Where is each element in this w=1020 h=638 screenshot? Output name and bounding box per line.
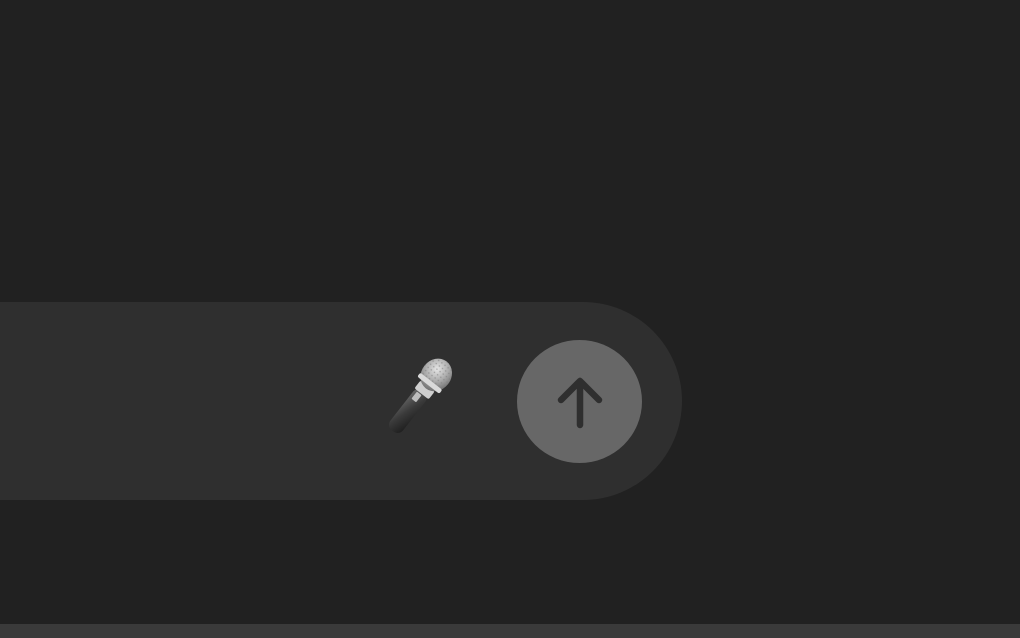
chat-page [0, 0, 1020, 638]
arrow-up-icon [557, 377, 602, 428]
microphone-icon [389, 358, 453, 433]
send-button[interactable] [517, 340, 642, 463]
bottom-edge [0, 624, 1020, 638]
voice-input-button[interactable] [370, 350, 468, 444]
